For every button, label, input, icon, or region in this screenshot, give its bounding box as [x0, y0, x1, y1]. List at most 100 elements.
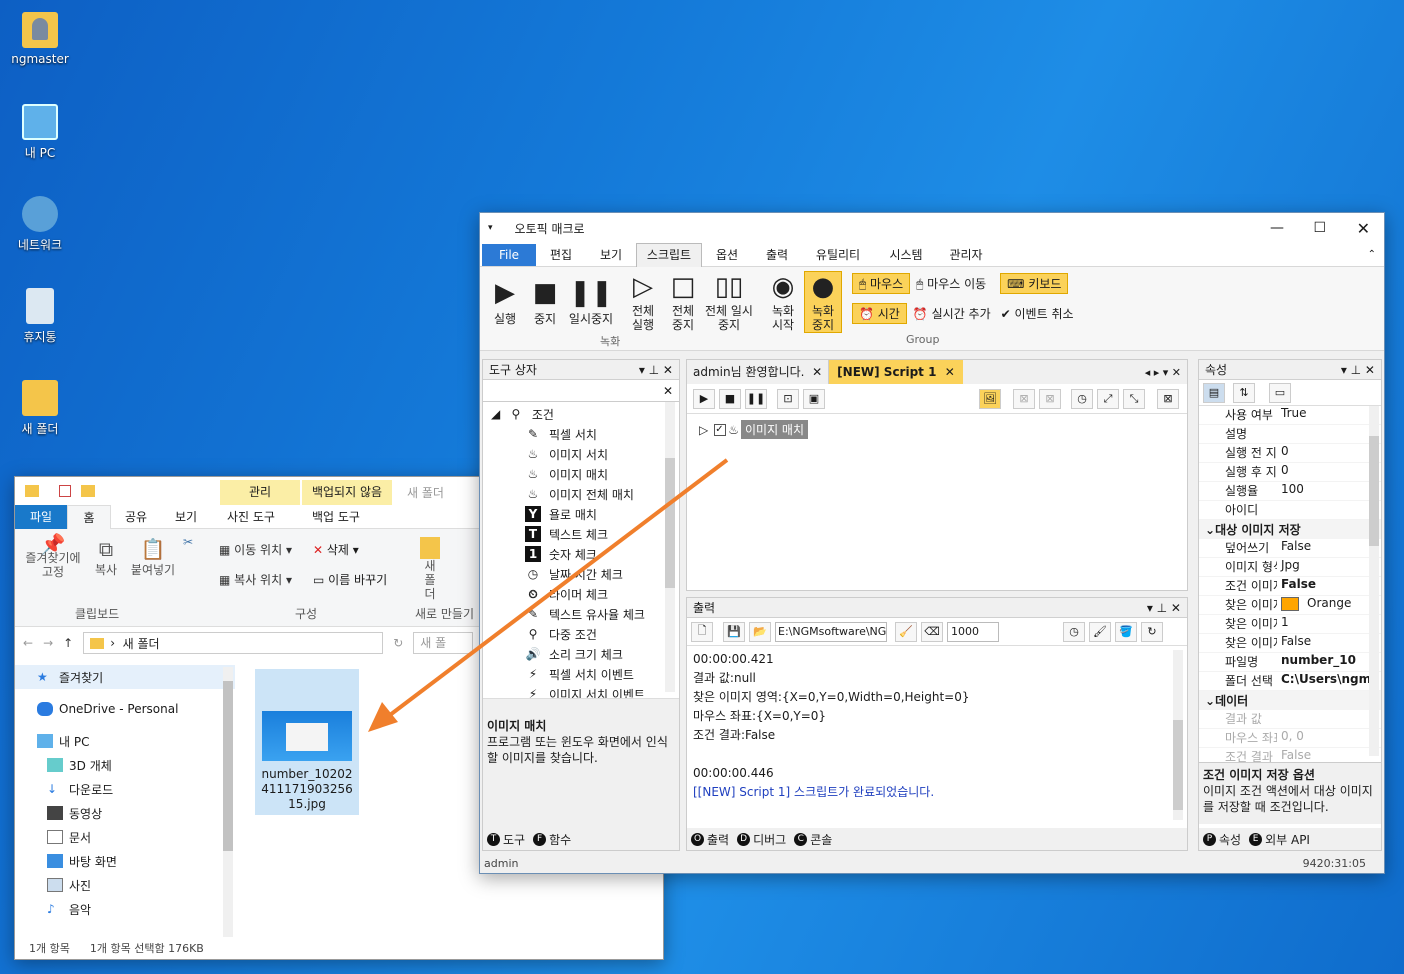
collapse-icon[interactable]: ⤡	[1123, 388, 1145, 409]
side-item-pictures[interactable]: 사진	[15, 873, 235, 897]
context-tab-backup[interactable]: 백업되지 않음	[302, 480, 392, 505]
pin-quick-access-button[interactable]: 📌 즐겨찾기에 고정	[21, 534, 85, 579]
tab-script-1[interactable]: [NEW] Script 1 ✕	[829, 360, 963, 384]
desktop-icon-new-folder[interactable]: 새 폴더	[0, 380, 80, 437]
property-row[interactable]: 찾은 이미지Orange	[1199, 596, 1381, 615]
desktop-icon-my-pc[interactable]: 내 PC	[0, 104, 80, 161]
line-count-field[interactable]: 1000	[947, 621, 999, 642]
tab-share[interactable]: 공유	[111, 508, 161, 525]
property-row[interactable]: 실행율 100	[1199, 482, 1381, 501]
paint-bucket-icon[interactable]: 🪣	[1115, 621, 1137, 642]
side-item-3d[interactable]: 3D 개체	[15, 753, 235, 777]
maximize-button[interactable]: ☐	[1313, 220, 1326, 236]
step-icon[interactable]: ⊡	[777, 388, 799, 409]
disabled-icon[interactable]: ⊠	[1013, 388, 1035, 409]
forward-arrow-icon[interactable]: →	[43, 636, 53, 650]
property-row[interactable]: 아이디	[1199, 501, 1381, 520]
menu-utility[interactable]: 유틸리티	[802, 246, 874, 263]
delete-button[interactable]: ✕ 삭제 ▾	[313, 541, 359, 558]
run-button[interactable]: ▶ 실행	[486, 278, 524, 327]
property-category[interactable]: ⌄ 대상 이미지 저장	[1199, 520, 1381, 539]
tab-console[interactable]: C 콘솔	[794, 831, 832, 848]
categorized-icon[interactable]: ▤	[1203, 382, 1225, 403]
side-item-desktop[interactable]: 바탕 화면	[15, 849, 235, 873]
mouse-move-toggle[interactable]: 🖱 마우스 이동	[916, 275, 986, 292]
open-folder-icon[interactable]: 📂	[749, 621, 771, 642]
mouse-toggle[interactable]: 🖱 마우스	[852, 273, 911, 294]
property-row[interactable]: 결과 값	[1199, 710, 1381, 729]
tab-nav-icons[interactable]: ◂ ▸ ▾ ✕	[1145, 366, 1181, 379]
record-start-button[interactable]: ◉ 녹화 시작	[764, 272, 802, 332]
pause-icon[interactable]: ❚❚	[745, 388, 767, 409]
menu-script[interactable]: 스크립트	[636, 242, 702, 267]
clock-icon[interactable]: ◷	[1071, 388, 1093, 409]
paste-button[interactable]: 📋 붙여넣기	[127, 537, 179, 578]
checkbox[interactable]: ✓	[714, 423, 727, 436]
property-scrollbar[interactable]	[1369, 406, 1379, 756]
collapse-ribbon-icon[interactable]: ⌃	[1368, 249, 1376, 260]
property-row[interactable]: 마우스 좌표0, 0	[1199, 729, 1381, 748]
property-row[interactable]: 사용 여부 True	[1199, 406, 1381, 425]
toolbox-item[interactable]: Y 욜로 매치	[525, 504, 679, 524]
side-item-music[interactable]: ♪ 음악	[15, 897, 235, 921]
property-row[interactable]: 덮어쓰기 False	[1199, 539, 1381, 558]
toolbox-item[interactable]: ⚡ 픽셀 서치 이벤트	[525, 664, 679, 684]
up-arrow-icon[interactable]: ↑	[63, 636, 73, 650]
copy-button[interactable]: ⧉ 복사	[91, 537, 121, 578]
clock-icon[interactable]: ◷	[1063, 621, 1085, 642]
rename-button[interactable]: ▭ 이름 바꾸기	[313, 571, 387, 588]
tab-external-api[interactable]: E 외부 API	[1249, 831, 1310, 848]
tab-file[interactable]: 파일	[15, 504, 67, 529]
tab-output[interactable]: O 출력	[691, 831, 729, 848]
new-folder-button[interactable]: 새 폴더	[415, 537, 445, 601]
tab-properties[interactable]: P 속성	[1203, 831, 1241, 848]
toolbox-item[interactable]: ♨ 이미지 서치	[525, 444, 679, 464]
run-all-button[interactable]: ▷ 전체 실행	[624, 272, 662, 332]
panel-controls-icon[interactable]: ▾ ⊥ ✕	[1341, 363, 1375, 377]
property-row[interactable]: 조건 이미지False	[1199, 577, 1381, 596]
menu-system[interactable]: 시스템	[874, 246, 938, 263]
time-toggle[interactable]: ⏰ 시간	[852, 303, 907, 324]
stop-all-button[interactable]: □ 전체 중지	[664, 272, 702, 332]
menu-view[interactable]: 보기	[586, 246, 636, 263]
tab-home[interactable]: 홈	[67, 504, 111, 529]
menu-edit[interactable]: 편집	[536, 246, 586, 263]
close-button[interactable]: ✕	[1357, 219, 1370, 238]
properties-icon[interactable]	[59, 485, 71, 497]
side-item-downloads[interactable]: ↓ 다운로드	[15, 777, 235, 801]
back-arrow-icon[interactable]: ←	[23, 636, 33, 650]
tab-welcome[interactable]: admin님 환영합니다. ✕	[687, 360, 830, 384]
property-row[interactable]: 실행 전 지연0	[1199, 444, 1381, 463]
stop-button[interactable]: ■ 중지	[526, 278, 564, 327]
menu-admin[interactable]: 관리자	[938, 246, 994, 263]
brush-icon[interactable]: 🖌	[1089, 621, 1111, 642]
tab-tools[interactable]: T 도구	[487, 831, 525, 848]
move-to-button[interactable]: ▦ 이동 위치 ▾	[219, 541, 292, 558]
property-row[interactable]: 이미지 형식Jpg	[1199, 558, 1381, 577]
search-box[interactable]: 새 폴	[413, 632, 474, 654]
toolbox-item[interactable]: ⚲ 다중 조건	[525, 624, 679, 644]
toolbox-item[interactable]: ✎ 텍스트 유사율 체크	[525, 604, 679, 624]
output-path-field[interactable]: E:\NGMsoftware\NG	[775, 621, 887, 642]
nav-scrollbar[interactable]	[223, 667, 233, 937]
new-file-icon[interactable]: 🗋	[691, 621, 713, 642]
record-stop-button[interactable]: ● 녹화 중지	[804, 271, 842, 333]
side-item-videos[interactable]: 동영상	[15, 801, 235, 825]
window-menu-icon[interactable]: ▾	[488, 223, 493, 233]
menu-output[interactable]: 출력	[752, 246, 802, 263]
toolbox-hscroll[interactable]	[483, 698, 679, 712]
toolbox-item[interactable]: ⏲ 타이머 체크	[525, 584, 679, 604]
side-item-this-pc[interactable]: 내 PC	[15, 729, 235, 753]
run-icon[interactable]: ▶	[693, 388, 715, 409]
desktop-icon-recycle-bin[interactable]: 휴지통	[0, 288, 80, 345]
property-row[interactable]: 조건 결과 False	[1199, 748, 1381, 762]
quick-folder-icon[interactable]	[81, 485, 95, 497]
clean-icon[interactable]: 🧹	[895, 621, 917, 642]
refresh-icon[interactable]: ↻	[1141, 621, 1163, 642]
side-item-documents[interactable]: 문서	[15, 825, 235, 849]
save-icon[interactable]: 💾	[723, 621, 745, 642]
desktop-icon-network[interactable]: 네트워크	[0, 196, 80, 253]
sort-az-icon[interactable]: ⇅	[1233, 382, 1255, 403]
copy-to-button[interactable]: ▦ 복사 위치 ▾	[219, 571, 292, 588]
property-row[interactable]: 실행 후 지연0	[1199, 463, 1381, 482]
